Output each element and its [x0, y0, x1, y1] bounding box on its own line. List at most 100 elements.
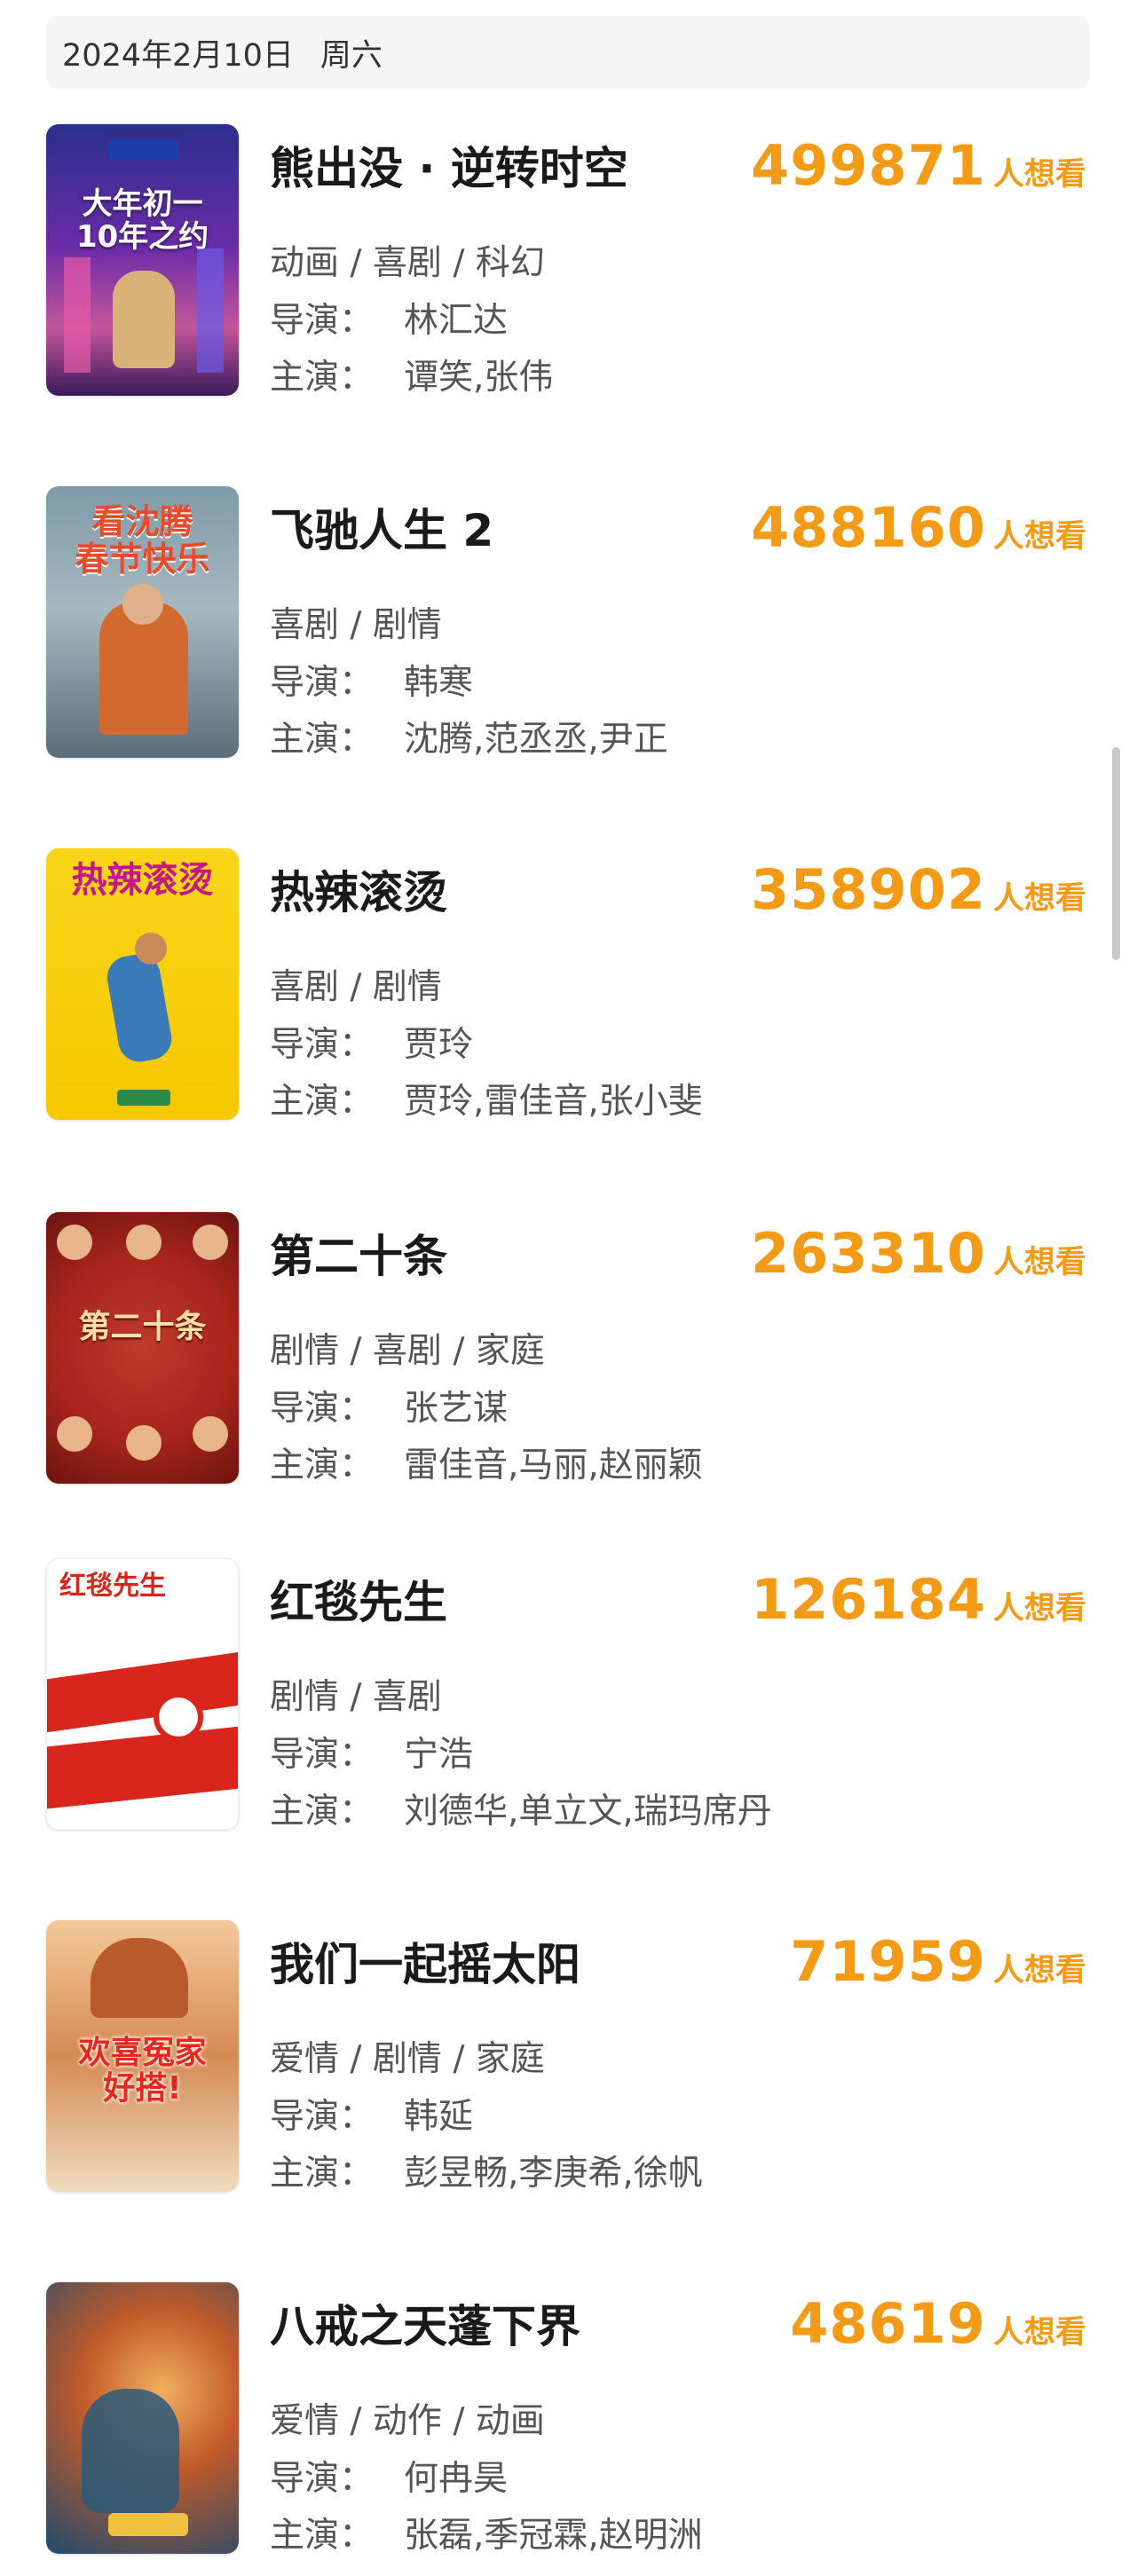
movie-poster[interactable]: 大年初一 10年之约: [46, 124, 239, 396]
director-name: 贾玲: [404, 1025, 474, 1065]
want-label: 人想看: [992, 519, 1086, 555]
movie-item[interactable]: 大年初一 10年之约 熊出没 · 逆转时空 499871 人想看 动画 / 喜剧 …: [0, 124, 1136, 399]
movie-director: 导演： 张艺谋: [270, 1381, 508, 1430]
poster-face: [126, 1225, 162, 1260]
want-count: 499871: [751, 133, 986, 198]
movie-item[interactable]: 红毯先生 红毯先生 126184 人想看 剧情 / 喜剧 导演： 宁浩 主演： 刘德华…: [0, 1558, 1136, 1833]
want-to-see: 126184 人想看: [751, 1567, 1086, 1632]
movie-cast: 主演： 贾玲,雷佳音,张小斐: [270, 1074, 703, 1123]
want-label: 人想看: [992, 1591, 1086, 1627]
poster-title: 看沈腾 春节快乐: [75, 502, 210, 579]
movie-genres: 爱情 / 剧情 / 家庭: [270, 2039, 545, 2079]
poster-building: [64, 257, 91, 373]
movie-item[interactable]: 热辣滚烫 热辣滚烫 358902 人想看 喜剧 / 剧情 导演： 贾玲 主演： 贾玲,…: [0, 848, 1136, 1123]
poster-character: [91, 1938, 188, 2018]
want-label: 人想看: [992, 157, 1086, 193]
movie-poster[interactable]: [46, 2282, 239, 2554]
director-name: 林汇达: [404, 301, 509, 341]
movie-cast: 主演： 刘德华,单立文,瑞玛席丹: [270, 1784, 772, 1833]
director-label: 导演：: [270, 301, 375, 341]
movie-title[interactable]: 熊出没 · 逆转时空: [270, 133, 628, 197]
want-count: 71959: [790, 1929, 986, 1994]
movie-genres: 喜剧 / 剧情: [270, 605, 442, 645]
movie-director: 导演： 贾玲: [270, 1017, 473, 1067]
poster-title: 大年初一 10年之约: [75, 186, 209, 256]
movie-item[interactable]: 欢喜冤家 好搭! 我们一起摇太阳 71959 人想看 爱情 / 剧情 / 家庭 导…: [0, 1920, 1136, 2195]
poster-character: [104, 950, 175, 1066]
director-label: 导演：: [270, 2097, 375, 2137]
poster-carpet: [47, 1726, 238, 1809]
director-name: 宁浩: [404, 1735, 474, 1775]
poster-face: [57, 1225, 92, 1260]
director-label: 导演：: [270, 1389, 375, 1429]
cast-names: 彭昱畅,李庚希,徐帆: [404, 2154, 703, 2194]
movie-poster[interactable]: 第二十条: [46, 1212, 239, 1484]
movie-cast: 主演： 沈腾,范丞丞,尹正: [270, 712, 668, 761]
poster-title: 红毯先生: [59, 1571, 166, 1602]
poster-logo: [108, 2513, 188, 2536]
movie-poster[interactable]: 红毯先生: [46, 1558, 239, 1830]
poster-title: 第二十条: [78, 1309, 207, 1345]
poster-title: 热辣滚烫: [71, 860, 214, 901]
poster-logo: [108, 140, 179, 160]
director-label: 导演：: [270, 1025, 375, 1065]
movie-poster[interactable]: 热辣滚烫: [46, 848, 239, 1120]
movie-item[interactable]: 八戒之天蓬下界 48619 人想看 爱情 / 动作 / 动画 导演： 何冉昊 主演：…: [0, 2282, 1136, 2557]
want-label: 人想看: [992, 1245, 1086, 1280]
poster-face: [122, 584, 163, 625]
want-to-see: 488160 人想看: [751, 495, 1086, 560]
poster-face: [135, 933, 167, 965]
movie-genres: 剧情 / 喜剧 / 家庭: [270, 1331, 545, 1371]
poster-face: [193, 1225, 228, 1260]
director-name: 韩延: [404, 2097, 474, 2137]
movie-title[interactable]: 热辣滚烫: [270, 857, 447, 921]
movie-title[interactable]: 我们一起摇太阳: [270, 1929, 580, 1993]
movie-director: 导演： 宁浩: [270, 1727, 473, 1776]
movie-cast: 主演： 谭笑,张伟: [270, 350, 553, 399]
movie-item[interactable]: 看沈腾 春节快乐 飞驰人生 2 488160 人想看 喜剧 / 剧情 导演： 韩寒 …: [0, 486, 1136, 761]
movie-item[interactable]: 第二十条 第二十条 263310 人想看 剧情 / 喜剧 / 家庭 导演： 张艺谋 …: [0, 1212, 1136, 1487]
movie-poster[interactable]: 欢喜冤家 好搭!: [46, 1920, 239, 2192]
movie-cast: 主演： 彭昱畅,李庚希,徐帆: [270, 2146, 703, 2195]
poster-roll: [154, 1692, 203, 1742]
director-label: 导演：: [270, 663, 375, 703]
want-to-see: 263310 人想看: [751, 1221, 1086, 1286]
poster-building: [197, 248, 224, 373]
movie-title[interactable]: 第二十条: [270, 1221, 447, 1285]
poster-face: [126, 1425, 162, 1461]
movie-genres: 爱情 / 动作 / 动画: [270, 2401, 545, 2441]
want-to-see: 358902 人想看: [751, 857, 1086, 922]
want-label: 人想看: [992, 1953, 1086, 1989]
movie-cast: 主演： 雷佳音,马丽,赵丽颖: [270, 1438, 703, 1487]
want-label: 人想看: [992, 881, 1086, 917]
movie-genres: 剧情 / 喜剧: [270, 1677, 442, 1717]
cast-names: 刘德华,单立文,瑞玛席丹: [404, 1792, 772, 1832]
want-count: 126184: [751, 1567, 986, 1632]
movie-title[interactable]: 飞驰人生 2: [270, 495, 493, 559]
want-to-see: 71959 人想看: [790, 1929, 1086, 1994]
cast-label: 主演：: [270, 2154, 375, 2194]
movie-list: 大年初一 10年之约 熊出没 · 逆转时空 499871 人想看 动画 / 喜剧 …: [0, 0, 1136, 2576]
movie-genres: 动画 / 喜剧 / 科幻: [270, 243, 545, 283]
director-label: 导演：: [270, 1735, 375, 1775]
cast-label: 主演：: [270, 1446, 375, 1485]
poster-badge: [117, 1090, 170, 1106]
cast-names: 雷佳音,马丽,赵丽颖: [404, 1446, 703, 1485]
movie-title[interactable]: 八戒之天蓬下界: [270, 2291, 580, 2355]
movie-genres: 喜剧 / 剧情: [270, 967, 442, 1007]
want-label: 人想看: [992, 2315, 1086, 2351]
movie-title[interactable]: 红毯先生: [270, 1567, 447, 1631]
want-count: 488160: [751, 495, 986, 560]
cast-label: 主演：: [270, 1792, 375, 1832]
poster-face: [193, 1416, 228, 1452]
cast-names: 谭笑,张伟: [404, 358, 554, 398]
movie-poster[interactable]: 看沈腾 春节快乐: [46, 486, 239, 758]
cast-label: 主演：: [270, 2516, 375, 2556]
scrollbar[interactable]: [1112, 747, 1120, 960]
want-to-see: 499871 人想看: [751, 133, 1086, 198]
cast-label: 主演：: [270, 720, 375, 760]
movie-director: 导演： 韩寒: [270, 655, 473, 705]
poster-character: [82, 2389, 179, 2513]
movie-cast: 主演： 张磊,季冠霖,赵明洲: [270, 2508, 703, 2557]
want-count: 263310: [751, 1221, 986, 1286]
